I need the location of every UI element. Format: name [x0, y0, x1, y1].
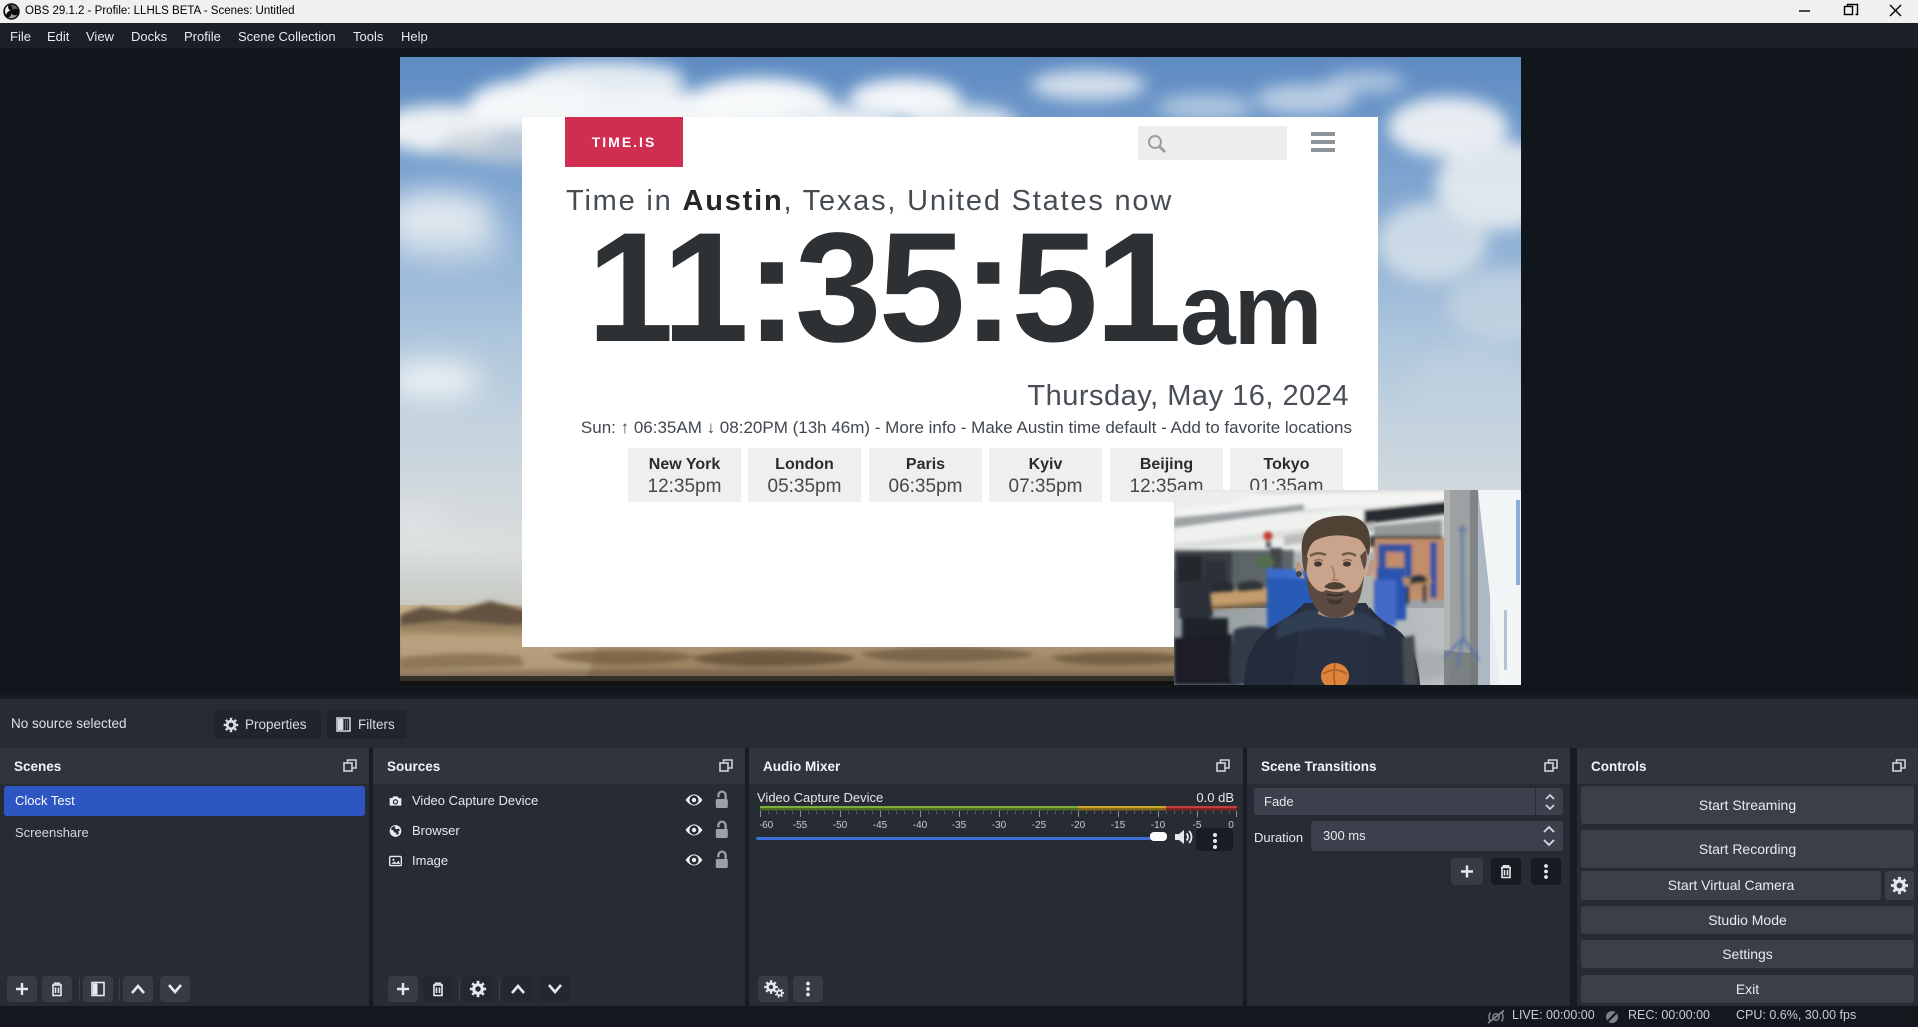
- svg-text:-50: -50: [833, 820, 848, 830]
- svg-text:-60: -60: [760, 820, 774, 830]
- svg-text:-45: -45: [873, 820, 888, 830]
- svg-text:-40: -40: [913, 820, 928, 830]
- svg-text:-10: -10: [1151, 820, 1166, 830]
- svg-text:-55: -55: [793, 820, 808, 830]
- svg-text:-35: -35: [952, 820, 967, 830]
- svg-text:-20: -20: [1071, 820, 1086, 830]
- svg-text:-30: -30: [992, 820, 1007, 830]
- svg-text:-15: -15: [1111, 820, 1126, 830]
- svg-text:-25: -25: [1032, 820, 1047, 830]
